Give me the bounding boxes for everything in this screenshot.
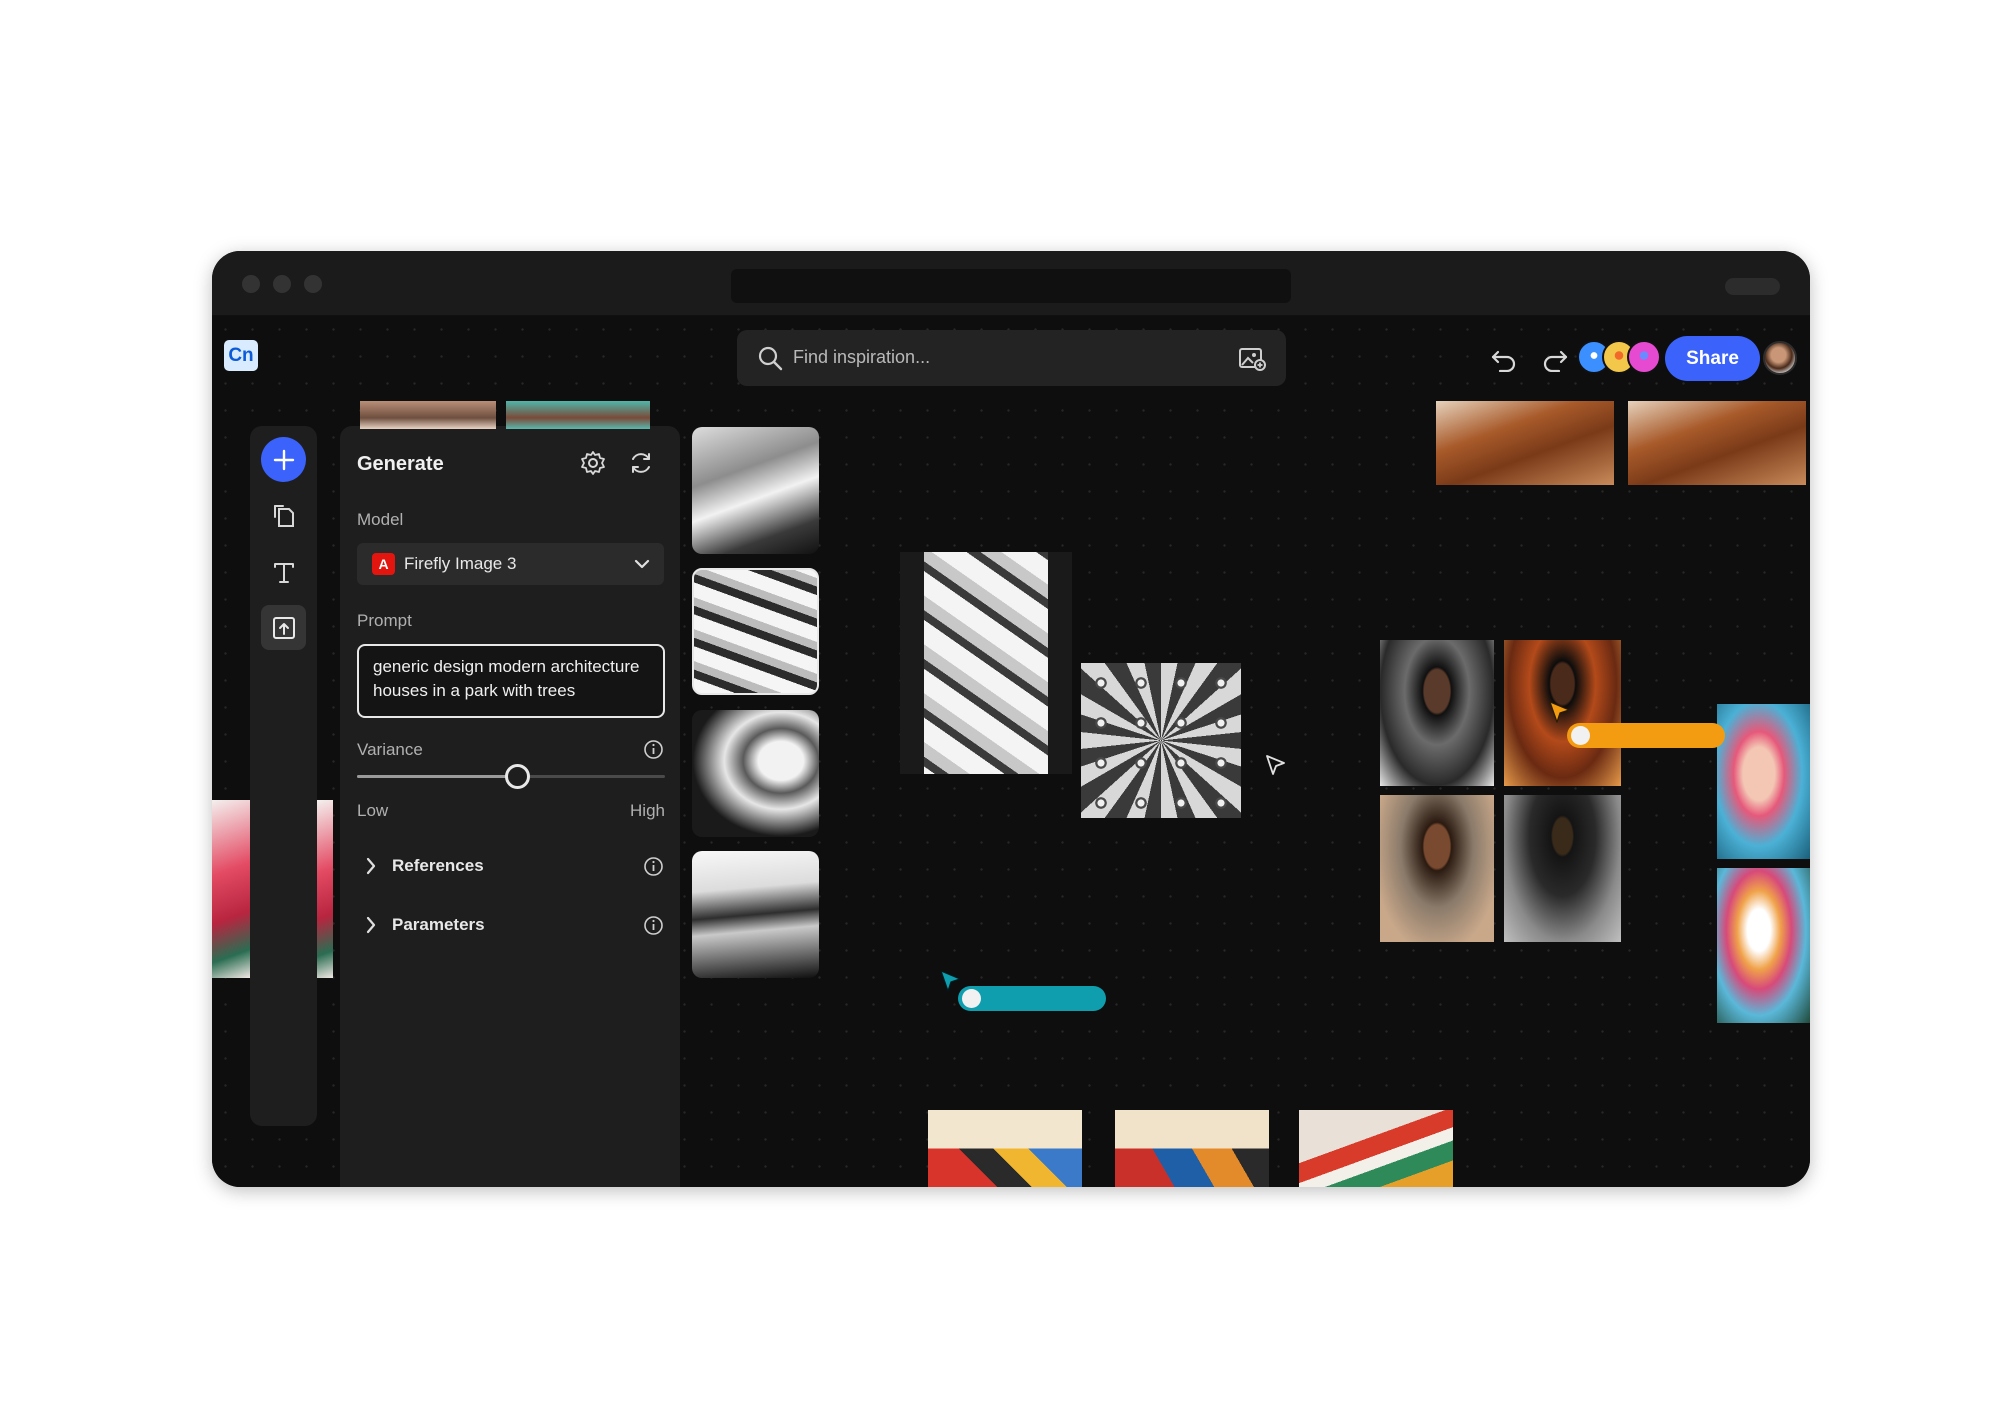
- prompt-label: Prompt: [357, 611, 412, 630]
- pages-icon: [273, 504, 294, 527]
- canvas-image-portrait[interactable]: [1380, 795, 1494, 942]
- search-placeholder: Find inspiration...: [793, 347, 931, 367]
- user-avatar[interactable]: [1763, 341, 1797, 375]
- high-label: High: [630, 801, 665, 820]
- upload-button[interactable]: [261, 605, 306, 650]
- slider-thumb[interactable]: [504, 764, 530, 789]
- generate-panel: Generate Model A Firefly Image 3 Prompt …: [340, 426, 680, 1187]
- low-label: Low: [357, 801, 389, 820]
- canvas-image[interactable]: [928, 1110, 1082, 1187]
- canvas-image[interactable]: [1717, 868, 1810, 1023]
- variance-slider[interactable]: [357, 764, 665, 789]
- panel-title: Generate: [357, 453, 444, 475]
- parameters-accordion[interactable]: Parameters: [357, 910, 665, 940]
- canvas-image-pattern[interactable]: [1081, 663, 1241, 818]
- canvas-image[interactable]: [1115, 1110, 1269, 1187]
- generated-thumbnail[interactable]: [692, 427, 819, 554]
- tool-rail: [250, 426, 317, 1126]
- upload-icon: [272, 616, 295, 639]
- search-bar[interactable]: Find inspiration...: [737, 330, 1286, 386]
- search-icon: [758, 346, 783, 371]
- canvas-image[interactable]: [317, 800, 333, 978]
- collaborator-tag: [1567, 723, 1725, 748]
- collaborator-mini-avatar: [962, 989, 981, 1008]
- text-icon: [273, 562, 294, 583]
- chevron-down-icon: [634, 559, 650, 569]
- canvas-image-architecture[interactable]: [900, 552, 1072, 774]
- window-control-dot[interactable]: [304, 275, 322, 293]
- canvas-image[interactable]: [1717, 704, 1810, 859]
- undo-icon[interactable]: [1490, 346, 1518, 372]
- references-accordion[interactable]: References: [357, 851, 665, 881]
- canvas[interactable]: Cn Find inspiration... Share Generate Mo…: [212, 316, 1810, 1187]
- app-logo: Cn: [224, 340, 258, 371]
- settings-icon[interactable]: [580, 450, 606, 476]
- info-icon[interactable]: [643, 739, 664, 760]
- pages-button[interactable]: [261, 493, 306, 538]
- info-icon[interactable]: [643, 915, 664, 936]
- title-bar: [212, 251, 1810, 316]
- cursor-icon: [1266, 755, 1285, 775]
- share-button[interactable]: Share: [1665, 336, 1760, 381]
- window-control-dot[interactable]: [273, 275, 291, 293]
- app-window: Cn Find inspiration... Share Generate Mo…: [212, 251, 1810, 1187]
- canvas-image-portrait[interactable]: [1504, 795, 1621, 942]
- model-dropdown[interactable]: A Firefly Image 3: [357, 543, 664, 585]
- window-control-dot[interactable]: [242, 275, 260, 293]
- canvas-image[interactable]: [1628, 401, 1806, 485]
- redo-icon[interactable]: [1541, 346, 1569, 372]
- prompt-input[interactable]: generic design modern architecture house…: [357, 644, 665, 718]
- generated-thumbnail-selected[interactable]: [692, 568, 819, 695]
- collaborator-tag: [958, 986, 1106, 1011]
- firefly-logo-icon: A: [372, 553, 395, 575]
- address-bar[interactable]: [731, 269, 1291, 303]
- canvas-image[interactable]: [1299, 1110, 1453, 1187]
- model-value: Firefly Image 3: [404, 554, 517, 573]
- variance-label: Variance: [357, 740, 423, 759]
- chevron-right-icon: [366, 857, 376, 875]
- parameters-label: Parameters: [392, 915, 485, 934]
- chevron-right-icon: [366, 916, 376, 934]
- canvas-image-portrait[interactable]: [1380, 640, 1494, 786]
- text-tool-button[interactable]: [261, 549, 306, 594]
- collaborator-cursor-icon: [1549, 701, 1570, 723]
- collaborator-mini-avatar: [1571, 726, 1590, 745]
- refresh-icon[interactable]: [628, 450, 654, 476]
- add-button[interactable]: [261, 437, 306, 482]
- generated-thumbnail[interactable]: [692, 710, 819, 837]
- references-label: References: [392, 856, 484, 875]
- canvas-image[interactable]: [506, 401, 650, 429]
- collaborator-avatars[interactable]: [1577, 340, 1667, 376]
- collaborator-avatar[interactable]: [1627, 340, 1661, 374]
- canvas-image[interactable]: [212, 800, 250, 978]
- canvas-image[interactable]: [360, 401, 496, 429]
- generated-thumbnail[interactable]: [692, 851, 819, 978]
- slider-fill: [357, 775, 518, 778]
- titlebar-pill: [1725, 278, 1780, 295]
- canvas-image[interactable]: [1436, 401, 1614, 485]
- plus-icon: [273, 449, 294, 470]
- model-label: Model: [357, 510, 404, 529]
- info-icon[interactable]: [643, 856, 664, 877]
- image-search-icon[interactable]: [1238, 346, 1266, 372]
